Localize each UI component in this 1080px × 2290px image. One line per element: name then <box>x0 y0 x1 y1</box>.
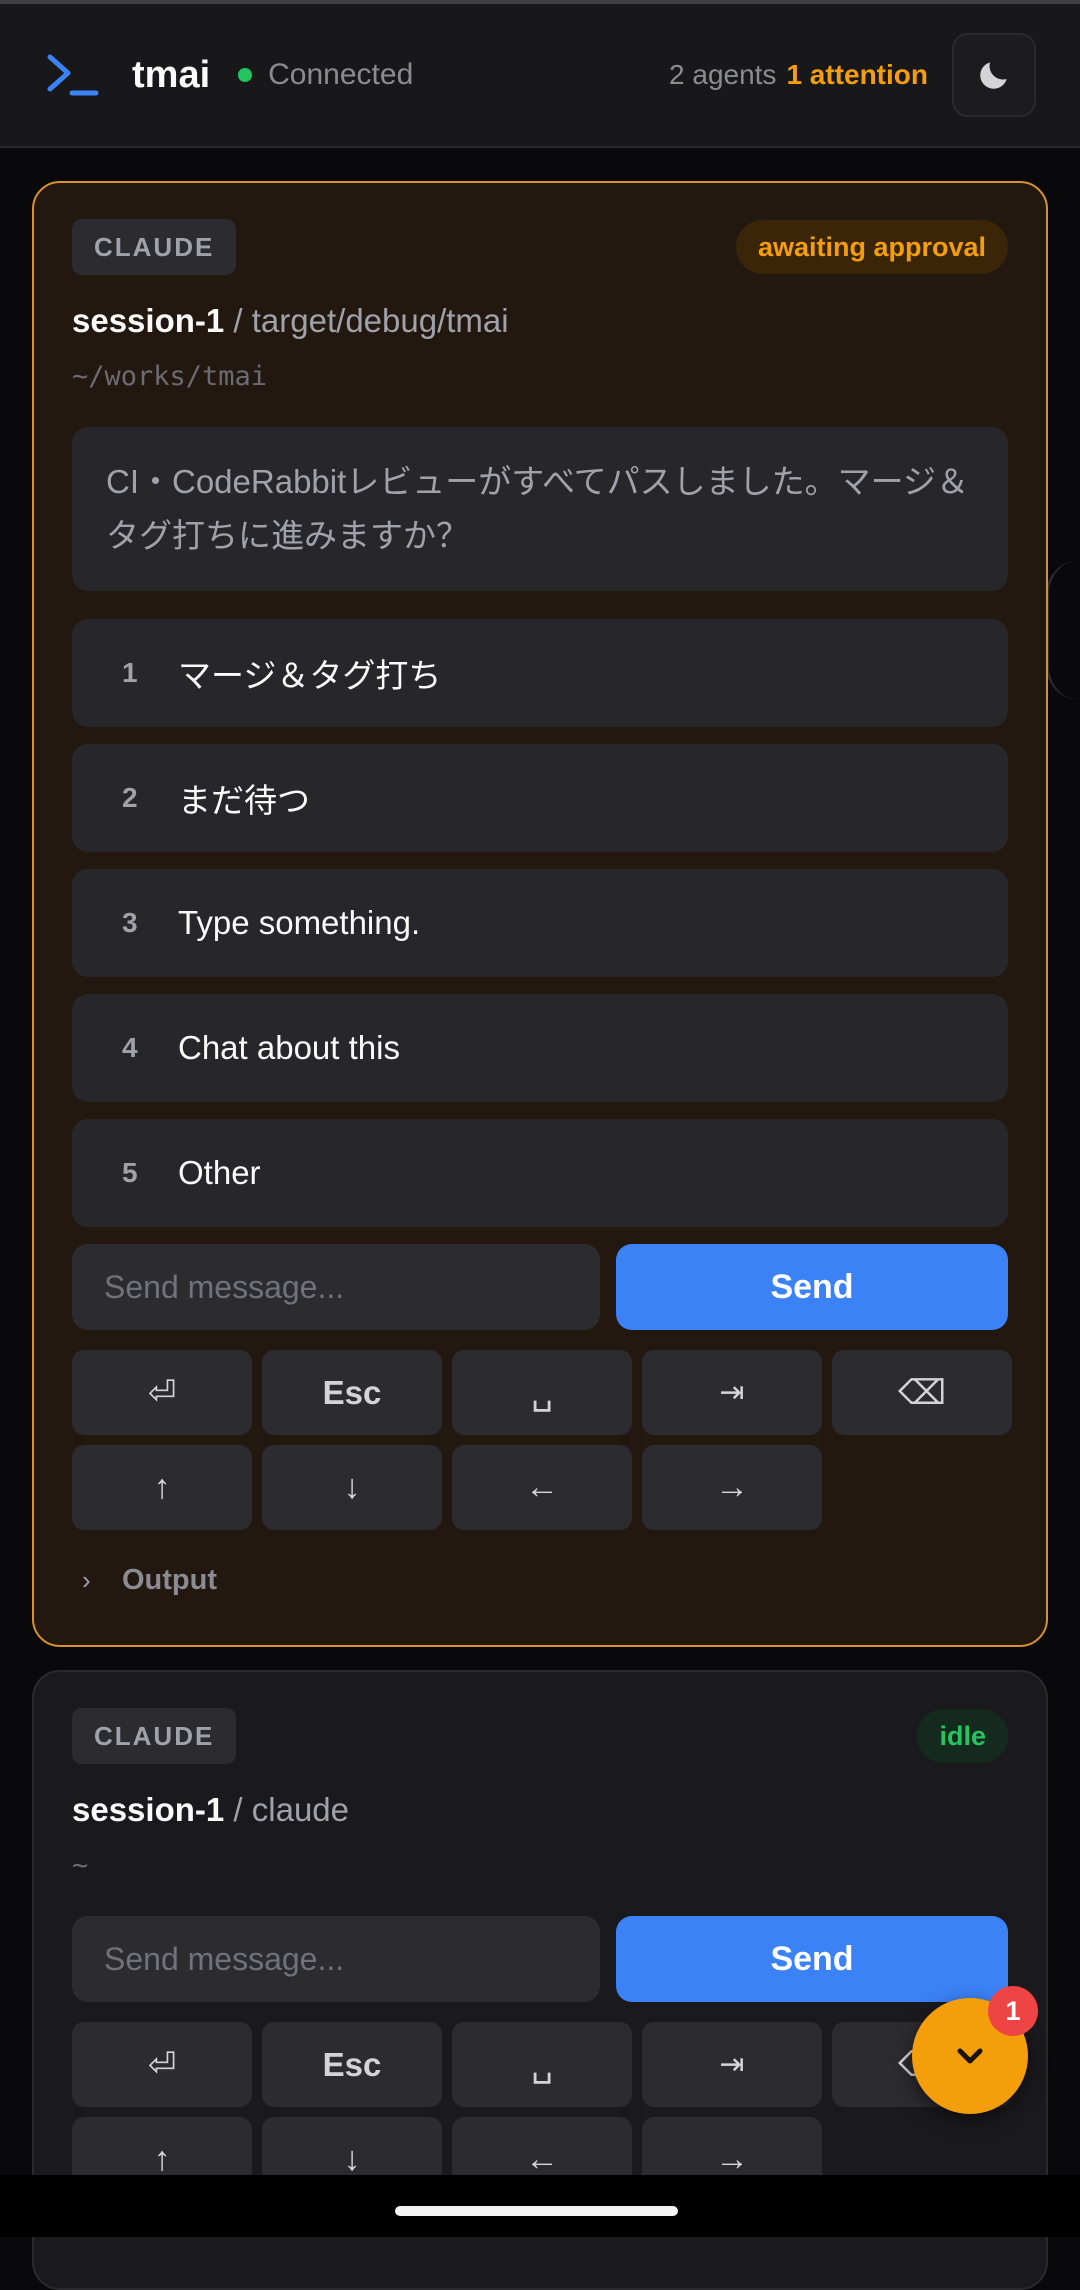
session-name: session-1 <box>72 302 225 339</box>
tab-key-icon[interactable]: ⇥ <box>642 2022 822 2107</box>
arrow-down-key-icon[interactable]: ↓ <box>262 1445 442 1530</box>
choice-number: 1 <box>122 657 138 688</box>
choice-number: 2 <box>122 782 138 813</box>
session-target: / target/debug/tmai <box>233 302 509 339</box>
choice-option[interactable]: 3 Type something. <box>72 869 1008 977</box>
session-target: / claude <box>233 1791 350 1828</box>
session-title: session-1 / target/debug/tmai <box>72 299 1008 343</box>
choice-label: Chat about this <box>178 1029 400 1066</box>
connection-status: Connected <box>268 58 414 91</box>
agents-count: 2 agents <box>669 59 777 90</box>
arrow-up-key-icon[interactable]: ↑ <box>72 1445 252 1530</box>
connection-dot-icon <box>238 68 253 82</box>
choice-label: Type something. <box>178 904 421 941</box>
choice-number: 5 <box>122 1157 138 1188</box>
agent-card: CLAUDE awaiting approval session-1 / tar… <box>32 181 1048 1647</box>
enter-key-icon[interactable]: ⏎ <box>72 1350 252 1435</box>
status-badge: idle <box>917 1709 1008 1763</box>
tab-key-icon[interactable]: ⇥ <box>642 1350 822 1435</box>
message-input[interactable] <box>72 1916 600 2002</box>
output-toggle[interactable]: › Output <box>72 1558 1008 1602</box>
choice-option[interactable]: 2 まだ待つ <box>72 744 1008 852</box>
chevron-right-icon: › <box>82 1564 91 1595</box>
app-title: tmai <box>132 53 211 96</box>
working-directory: ~ <box>72 1850 89 1881</box>
choice-option[interactable]: 5 Other <box>72 1119 1008 1227</box>
side-drawer-handle[interactable] <box>1046 560 1080 700</box>
message-input[interactable] <box>72 1244 600 1330</box>
choice-label: マージ＆タグ打ち <box>178 657 442 694</box>
choice-number: 3 <box>122 907 138 938</box>
arrow-left-key-icon[interactable]: ← <box>452 1445 632 1530</box>
session-name: session-1 <box>72 1791 225 1828</box>
choice-option[interactable]: 1 マージ＆タグ打ち <box>72 619 1008 727</box>
send-button[interactable]: Send <box>616 1916 1008 2002</box>
session-title: session-1 / claude <box>72 1788 1008 1832</box>
enter-key-icon[interactable]: ⏎ <box>72 2022 252 2107</box>
agent-type-tag: CLAUDE <box>72 219 237 275</box>
output-label: Output <box>122 1563 218 1596</box>
theme-toggle-button[interactable] <box>952 33 1036 117</box>
send-button[interactable]: Send <box>616 1244 1008 1330</box>
escape-key-button[interactable]: Esc <box>262 1350 442 1435</box>
choice-number: 4 <box>122 1032 138 1063</box>
agent-type-tag: CLAUDE <box>72 1708 237 1764</box>
working-directory: ~/works/tmai <box>72 361 268 392</box>
space-key-icon[interactable]: ␣ <box>452 1350 632 1435</box>
terminal-logo-icon <box>47 54 99 96</box>
choice-label: まだ待つ <box>178 782 310 819</box>
attention-badge: 1 <box>988 1986 1038 2036</box>
choice-option[interactable]: 4 Chat about this <box>72 994 1008 1102</box>
moon-icon <box>980 62 1007 89</box>
status-badge: awaiting approval <box>735 220 1008 274</box>
attention-count[interactable]: 1 attention <box>786 59 928 91</box>
escape-key-button[interactable]: Esc <box>262 2022 442 2107</box>
choice-label: Other <box>178 1154 261 1191</box>
arrow-right-key-icon[interactable]: → <box>642 1445 822 1530</box>
backspace-key-icon[interactable]: ⌫ <box>832 1350 1012 1435</box>
prompt-message: CI・CodeRabbitレビューがすべてパスしました。マージ＆タグ打ちに進みま… <box>72 427 1008 591</box>
home-indicator[interactable] <box>395 2206 678 2216</box>
chevron-down-icon <box>957 2048 983 2064</box>
choice-list: 1 マージ＆タグ打ち 2 まだ待つ 3 Type something. 4 Ch… <box>72 619 1008 1227</box>
space-key-icon[interactable]: ␣ <box>452 2022 632 2107</box>
special-keys: ⏎ Esc ␣ ⇥ ⌫ ↑ ↓ ← → <box>72 1350 1012 1530</box>
app-header: tmai Connected 2 agents 1 attention <box>0 4 1080 148</box>
